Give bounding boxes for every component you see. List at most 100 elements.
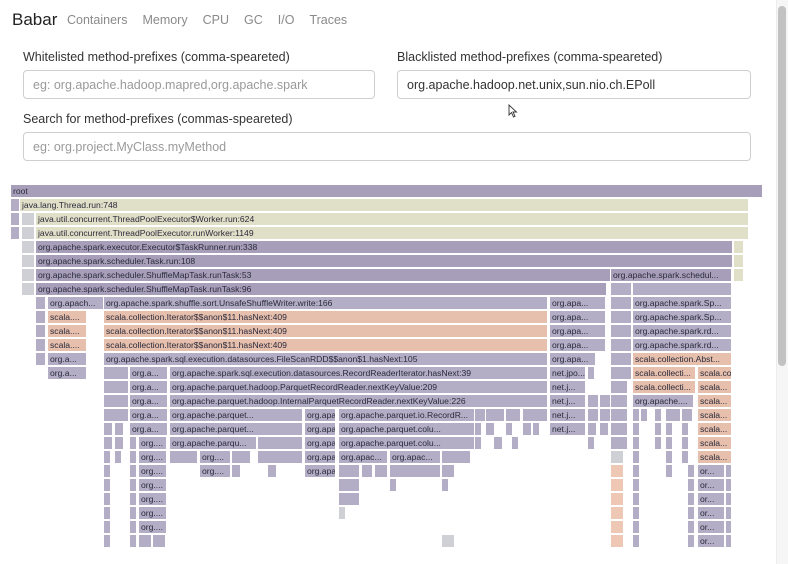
- flame-frame[interactable]: [682, 409, 692, 421]
- flame-frame[interactable]: [611, 381, 627, 393]
- frame-or-6[interactable]: or...: [698, 535, 724, 547]
- frame-scala-collecti-2[interactable]: scala.collecti...: [633, 381, 695, 393]
- frame-shuffle-sched-r[interactable]: org.apache.spark.schedul...: [611, 269, 731, 281]
- flame-frame[interactable]: [22, 213, 34, 225]
- frame-net-j-2[interactable]: net.j...: [550, 395, 585, 407]
- flame-frame[interactable]: [611, 423, 627, 435]
- whitelist-input[interactable]: [23, 70, 375, 99]
- frame-org-apach-3[interactable]: org.apach...: [305, 437, 335, 449]
- flame-frame[interactable]: [512, 437, 518, 449]
- frame-scala-5b[interactable]: scala...: [698, 437, 731, 449]
- flame-frame[interactable]: [734, 269, 743, 281]
- flame-frame[interactable]: [588, 367, 594, 379]
- frame-org-6[interactable]: org....: [139, 479, 166, 491]
- flame-frame[interactable]: [130, 521, 136, 533]
- frame-apa-1[interactable]: org.apa...: [550, 297, 605, 309]
- frame-org-1[interactable]: org....: [139, 437, 166, 449]
- frame-apa-2[interactable]: org.apa...: [550, 311, 605, 323]
- flame-frame[interactable]: [130, 507, 136, 519]
- frame-net-j-4[interactable]: net.j...: [550, 423, 585, 435]
- flame-frame[interactable]: [506, 409, 520, 421]
- flame-frame[interactable]: [666, 423, 672, 435]
- flame-frame[interactable]: [588, 423, 596, 435]
- frame-or-2[interactable]: or...: [698, 479, 724, 491]
- flame-frame[interactable]: [726, 521, 731, 533]
- flame-frame[interactable]: [533, 423, 539, 435]
- flame-frame[interactable]: [688, 493, 694, 505]
- flame-frame[interactable]: [486, 423, 494, 435]
- frame-apach-1[interactable]: org.apach...: [48, 297, 103, 309]
- frame-org-apach-5[interactable]: org.apach...: [305, 465, 335, 477]
- flame-frame[interactable]: [726, 465, 731, 477]
- flame-frame[interactable]: [22, 227, 34, 239]
- frame-scala-3b[interactable]: scala...: [698, 409, 731, 421]
- flame-frame[interactable]: [442, 451, 470, 463]
- frame-org-8[interactable]: org....: [139, 507, 166, 519]
- flame-frame[interactable]: [641, 409, 647, 421]
- frame-task-run[interactable]: org.apache.spark.scheduler.Task.run:108: [36, 255, 732, 267]
- flame-frame[interactable]: [611, 367, 631, 379]
- flame-frame[interactable]: [232, 465, 240, 477]
- flame-frame[interactable]: [11, 213, 19, 225]
- flame-frame[interactable]: [104, 465, 110, 477]
- flame-frame[interactable]: [130, 479, 136, 491]
- flame-frame[interactable]: [666, 409, 680, 421]
- flame-frame[interactable]: [22, 283, 34, 295]
- flame-frame[interactable]: [666, 465, 672, 477]
- frame-org-3[interactable]: org....: [200, 451, 230, 463]
- flame-frame[interactable]: [611, 353, 631, 365]
- frame-scan-rdd[interactable]: org.apache.spark.sql.execution.datasourc…: [104, 353, 547, 365]
- flame-frame[interactable]: [688, 535, 694, 547]
- flame-frame[interactable]: [611, 493, 623, 505]
- flame-frame[interactable]: [633, 423, 639, 435]
- frame-task-runner[interactable]: org.apache.spark.executor.Executor$TaskR…: [36, 241, 732, 253]
- flame-frame[interactable]: [682, 437, 688, 449]
- flame-frame[interactable]: [588, 437, 594, 449]
- frame-scala-2[interactable]: scala....: [48, 325, 86, 337]
- nav-link-traces[interactable]: Traces: [309, 13, 347, 27]
- flame-frame[interactable]: [475, 437, 481, 449]
- frame-org-7[interactable]: org....: [139, 493, 166, 505]
- frame-parquet-dots-3[interactable]: org.apache.parqu...: [170, 437, 256, 449]
- flame-frame[interactable]: [130, 465, 136, 477]
- flame-frame[interactable]: [611, 297, 631, 309]
- flame-frame[interactable]: [666, 437, 672, 449]
- flame-frame[interactable]: [726, 535, 731, 547]
- flame-frame[interactable]: [523, 409, 547, 421]
- flame-frame[interactable]: [442, 535, 454, 547]
- flame-frame[interactable]: [611, 437, 627, 449]
- flame-frame[interactable]: [475, 423, 481, 435]
- flame-frame[interactable]: [734, 255, 743, 267]
- flame-frame[interactable]: [36, 311, 45, 323]
- flame-frame[interactable]: [36, 339, 45, 351]
- frame-org-9[interactable]: org....: [139, 521, 166, 533]
- frame-scala-1[interactable]: scala....: [48, 311, 86, 323]
- flame-frame[interactable]: [655, 437, 661, 449]
- nav-link-cpu[interactable]: CPU: [203, 13, 229, 27]
- frame-scala-1b[interactable]: scala...: [698, 381, 731, 393]
- flame-frame[interactable]: [655, 423, 661, 435]
- flame-frame[interactable]: [170, 451, 197, 463]
- flame-frame[interactable]: [588, 395, 598, 407]
- flame-frame[interactable]: [442, 465, 454, 477]
- flame-frame[interactable]: [611, 325, 631, 337]
- frame-record-reader-iter[interactable]: org.apache.spark.sql.execution.datasourc…: [170, 367, 547, 379]
- flame-frame[interactable]: [600, 423, 608, 435]
- scrollbar-thumb[interactable]: [778, 6, 786, 366]
- flame-frame[interactable]: [104, 535, 110, 547]
- flame-frame[interactable]: [130, 535, 136, 547]
- flame-frame[interactable]: [11, 199, 19, 211]
- frame-apa-3[interactable]: org.apa...: [550, 325, 605, 337]
- frame-scala-3[interactable]: scala....: [48, 339, 86, 351]
- frame-run-worker[interactable]: java.util.concurrent.ThreadPoolExecutor.…: [36, 227, 748, 239]
- flame-frame[interactable]: [688, 479, 694, 491]
- flame-frame[interactable]: [633, 451, 639, 463]
- flame-frame[interactable]: [104, 507, 110, 519]
- frame-org-a-2[interactable]: org.a...: [48, 367, 86, 379]
- frame-scala-6b[interactable]: scala...: [698, 451, 731, 463]
- flame-frame[interactable]: [726, 479, 731, 491]
- frame-net-jpo[interactable]: net.jpo...: [550, 367, 585, 379]
- flame-frame[interactable]: [588, 409, 598, 421]
- frame-spark-sp-2[interactable]: org.apache.spark.Sp...: [633, 311, 731, 323]
- frame-root[interactable]: root: [11, 185, 762, 197]
